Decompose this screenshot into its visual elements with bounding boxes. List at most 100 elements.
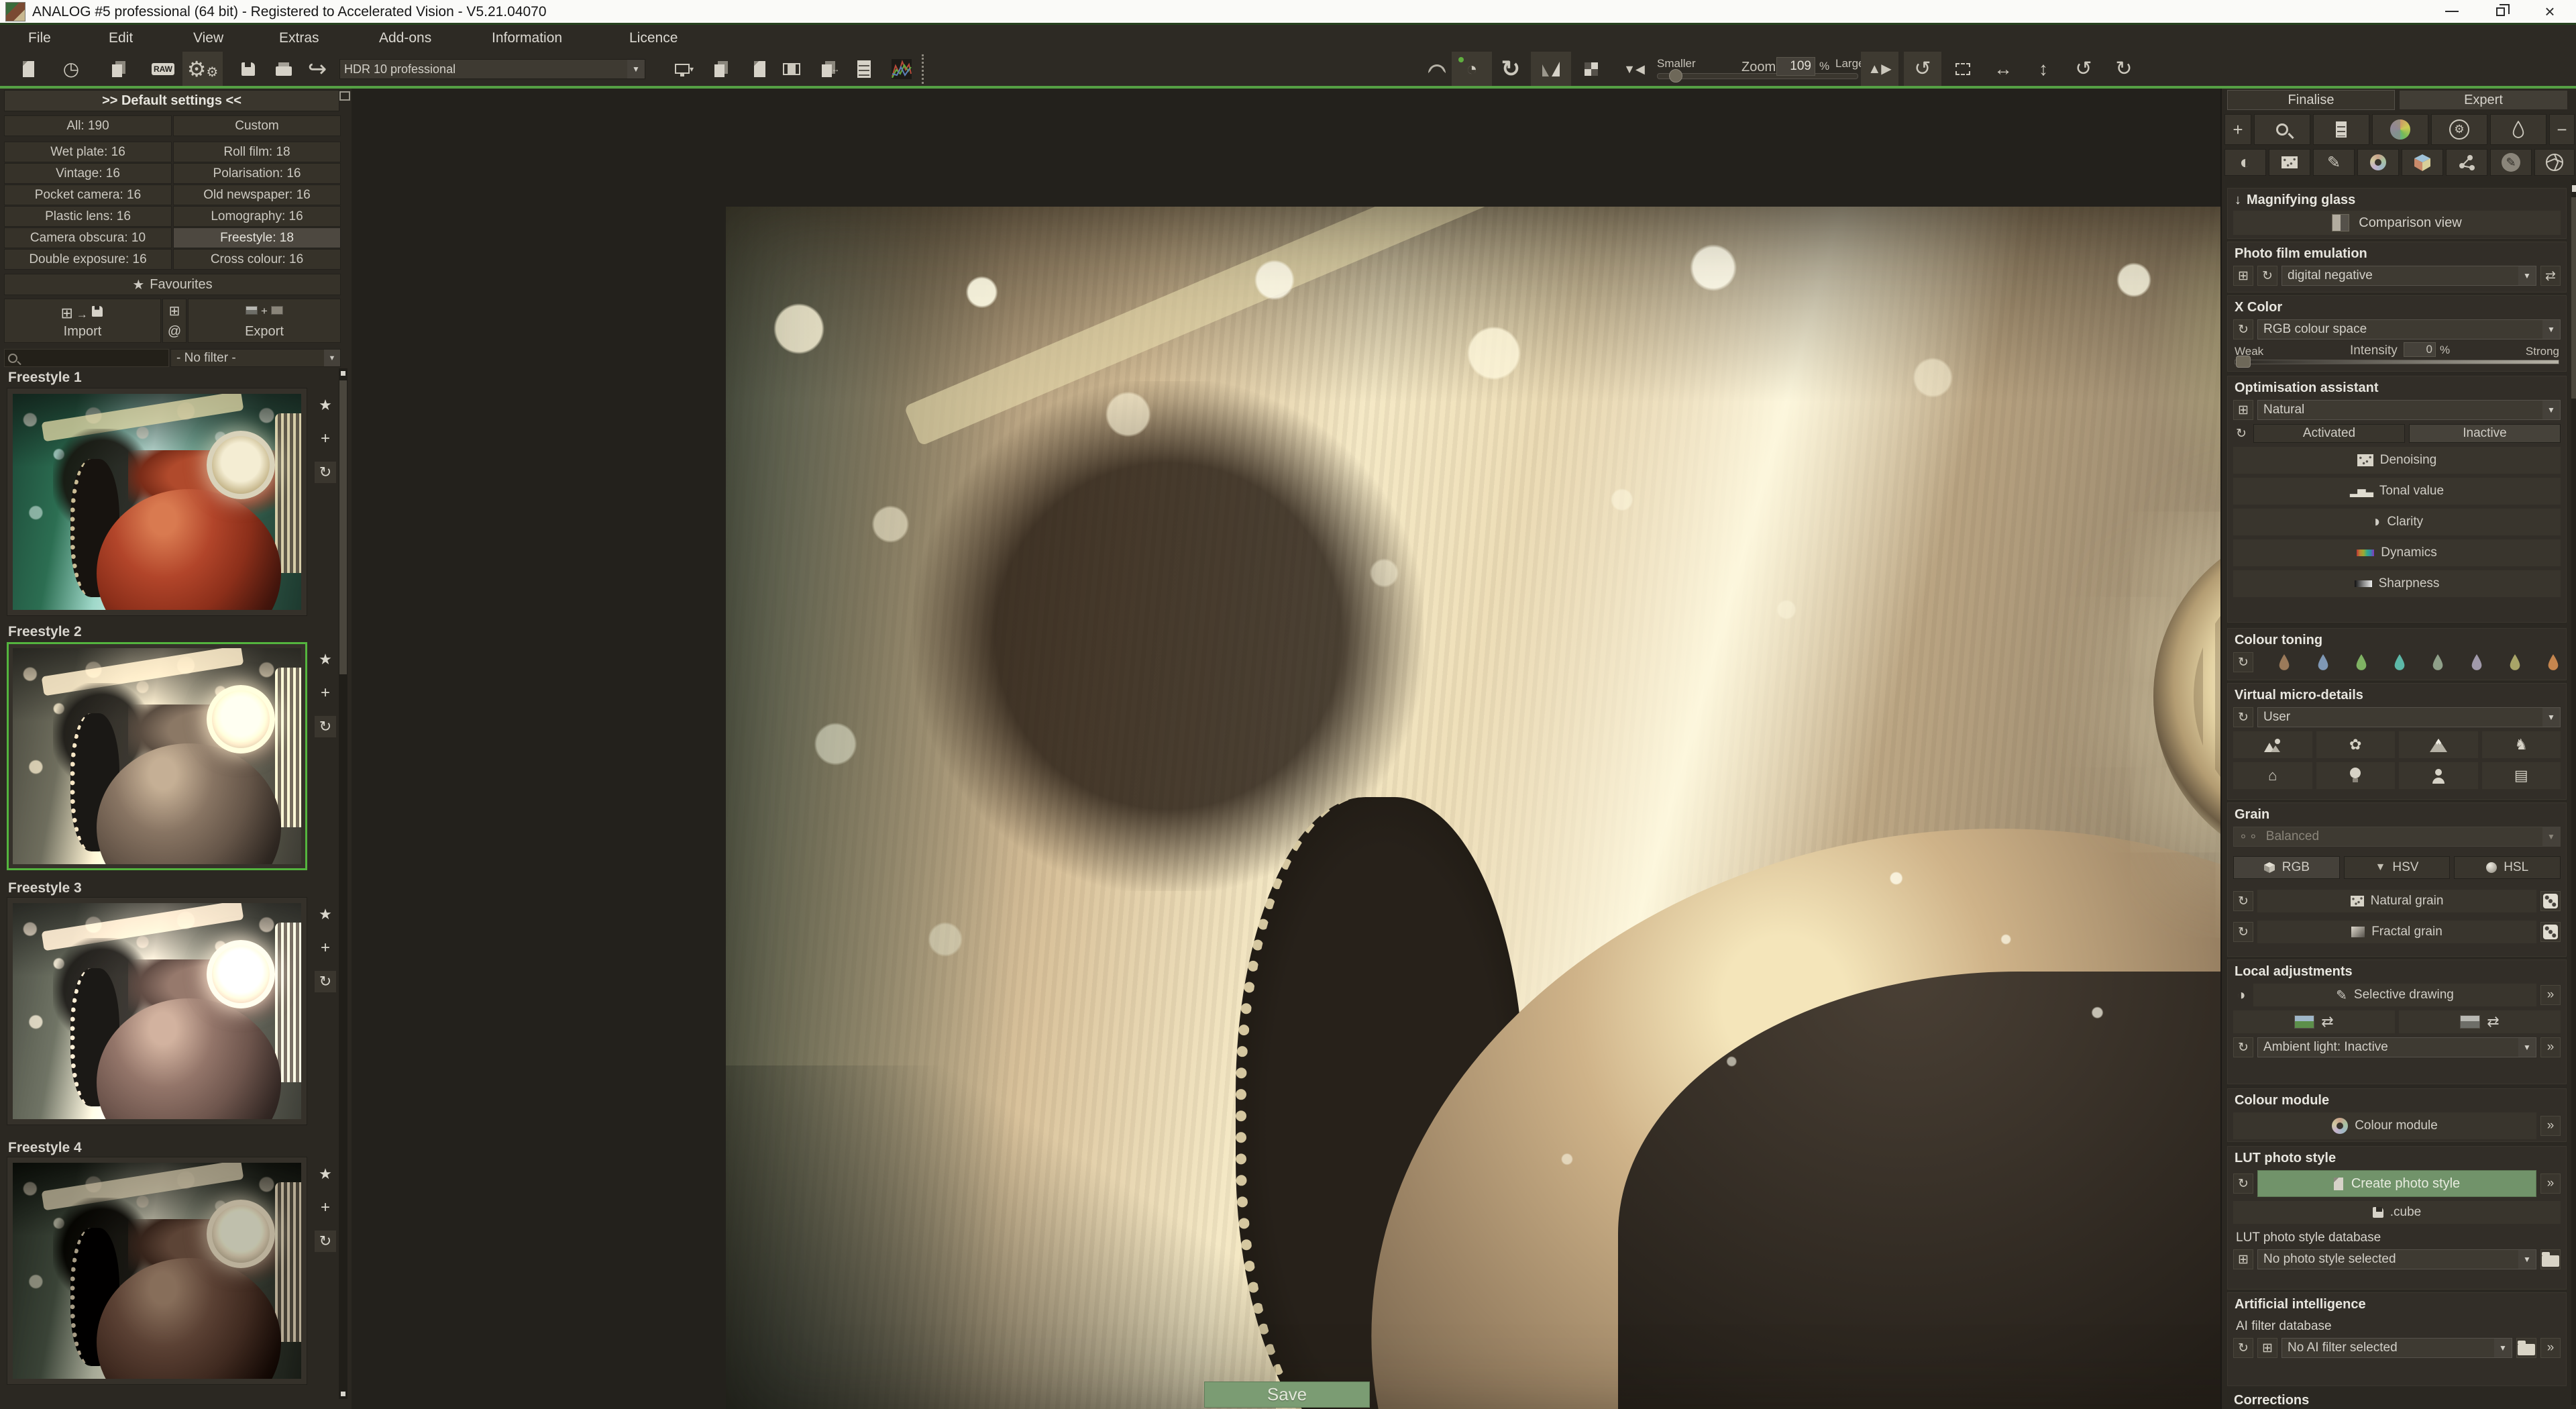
ai-db-dropdown[interactable]: No AI filter selected▼ (2282, 1338, 2512, 1358)
rotate-left-button[interactable]: ↺ (2068, 52, 2100, 86)
toning-droplet-lavender[interactable] (2469, 654, 2484, 671)
transparency-button[interactable] (1576, 52, 1606, 86)
film-swap-icon[interactable]: ⇄ (2540, 266, 2561, 286)
colour-module-button[interactable]: Colour module (2233, 1112, 2536, 1139)
close-button[interactable]: × (2526, 0, 2573, 23)
category-camera-obscura[interactable]: Camera obscura: 10 (4, 227, 172, 248)
lut-db-dropdown[interactable]: No photo style selected▼ (2257, 1249, 2536, 1269)
preset-scrollbar[interactable] (339, 368, 347, 1399)
droplet-tool-button[interactable] (2490, 114, 2546, 145)
save-button[interactable]: Save (1204, 1381, 1370, 1408)
micro-document-button[interactable]: ▤ (2482, 762, 2561, 789)
clarity-button[interactable]: ◑Clarity (2233, 509, 2561, 535)
create-photo-style-button[interactable]: Create photo style (2257, 1170, 2536, 1197)
export-button[interactable]: + Export (188, 299, 341, 343)
intensity-slider[interactable]: Weak Intensity 0 % Strong (2235, 344, 2559, 368)
refresh-icon[interactable]: ↻ (2233, 1338, 2253, 1358)
minimize-button[interactable] (2428, 0, 2475, 23)
folder-icon[interactable] (2540, 1249, 2561, 1269)
grain-tool-button[interactable] (2269, 149, 2310, 176)
refresh-icon[interactable]: ↻ (2233, 707, 2253, 727)
menu-licence[interactable]: Licence (629, 30, 678, 46)
favourite-star-icon[interactable]: ★ (315, 649, 336, 670)
save-image-button[interactable] (233, 52, 263, 86)
add-icon[interactable]: + (315, 682, 336, 704)
preset-dropdown[interactable]: HDR 10 professional ▼ (339, 59, 645, 79)
intensity-slider-track[interactable] (2235, 360, 2559, 364)
resize-height-button[interactable]: ↕ (2027, 52, 2059, 86)
refresh-icon[interactable]: ↻ (2233, 922, 2253, 942)
copy-settings-button[interactable] (102, 52, 131, 86)
stamp-tool-button[interactable]: ✎ (2490, 149, 2532, 176)
magnifier-tool-button[interactable] (2254, 114, 2310, 145)
refresh-icon[interactable]: ↻ (2233, 426, 2249, 441)
toning-droplet-teal[interactable] (2392, 654, 2407, 671)
add-section-button[interactable]: + (2224, 114, 2251, 145)
preset-thumbnail-freestyle-1[interactable] (7, 388, 307, 616)
add-icon[interactable]: + (315, 1197, 336, 1218)
menu-file[interactable]: File (28, 30, 51, 46)
fit-view-button[interactable]: ▼◀ (1619, 52, 1649, 86)
micro-rocks-button[interactable] (2233, 731, 2312, 758)
auto-preview-button[interactable]: ◔ (1452, 52, 1492, 86)
favourite-star-icon[interactable]: ★ (315, 395, 336, 416)
flip-horizontal-button[interactable] (1531, 52, 1571, 86)
share-button[interactable]: ↪ (302, 52, 333, 86)
category-cross-colour[interactable]: Cross colour: 16 (173, 249, 341, 270)
import-button[interactable]: ⊞ → Import (4, 299, 161, 343)
menu-view[interactable]: View (193, 30, 223, 46)
nodes-tool-button[interactable] (2446, 149, 2487, 176)
history-button[interactable]: ◷ (58, 52, 85, 86)
toning-droplet-blue[interactable] (2316, 654, 2330, 671)
colour-wheel-tool-button[interactable] (2372, 114, 2428, 145)
email-presets-button[interactable]: ⊞ @ (162, 299, 186, 343)
denoising-button[interactable]: Denoising (2233, 447, 2561, 474)
tonal-value-button[interactable]: ▂▅▃Tonal value (2233, 478, 2561, 505)
refresh-icon[interactable]: ↻ (2233, 319, 2253, 340)
favourites-button[interactable]: ★ Favourites (4, 274, 341, 295)
micro-lightbulb-button[interactable] (2316, 762, 2396, 789)
remove-section-button[interactable]: − (2549, 114, 2575, 145)
scratch-tool-button[interactable]: ✎ (2313, 149, 2355, 176)
composite-colour-button[interactable]: ⇄ (2233, 1010, 2395, 1033)
colour-space-dropdown[interactable]: RGB colour space▼ (2257, 319, 2561, 340)
refresh-icon[interactable]: ↻ (315, 971, 336, 992)
default-settings-header[interactable]: >> Default settings << (4, 90, 339, 111)
category-wet-plate[interactable]: Wet plate: 16 (4, 142, 172, 162)
export-icon[interactable]: » (2540, 1338, 2561, 1358)
rotate-right-button[interactable]: ↻ (2108, 52, 2140, 86)
dynamics-button[interactable]: Dynamics (2233, 539, 2561, 566)
micro-flower-button[interactable]: ✿ (2316, 731, 2396, 758)
colour-ring-tool-button[interactable] (2357, 149, 2399, 176)
activated-button[interactable]: Activated (2253, 424, 2405, 443)
print-button[interactable] (268, 52, 299, 86)
refresh-icon[interactable]: ↻ (315, 462, 336, 483)
refresh-icon[interactable]: ↻ (315, 1231, 336, 1252)
film-emulation-dropdown[interactable]: digital negative▼ (2282, 266, 2536, 286)
micro-portrait-button[interactable] (2399, 762, 2478, 789)
selective-drawing-button[interactable]: ✎Selective drawing (2253, 984, 2536, 1006)
favourite-star-icon[interactable]: ★ (315, 1163, 336, 1185)
category-plastic-lens[interactable]: Plastic lens: 16 (4, 206, 172, 227)
refresh-icon[interactable]: ↻ (2233, 652, 2253, 672)
popout-icon[interactable] (339, 91, 350, 101)
toning-droplet-sepia[interactable] (2277, 654, 2292, 671)
category-custom[interactable]: Custom (173, 115, 341, 136)
redo-button[interactable]: ↻ (1496, 52, 1525, 86)
add-icon[interactable]: + (315, 937, 336, 959)
folder-icon[interactable] (2516, 1338, 2536, 1358)
scroll-arrow[interactable] (2572, 185, 2576, 192)
restore-button[interactable] (2477, 0, 2524, 23)
histogram-button[interactable] (885, 52, 918, 86)
grain-type-dropdown[interactable]: ∘∘Balanced▼ (2233, 827, 2561, 847)
scroll-down-icon[interactable] (341, 1392, 345, 1396)
preset-browser-icon[interactable]: ⊞ (2257, 1338, 2277, 1358)
menu-edit[interactable]: Edit (109, 30, 133, 46)
refresh-icon[interactable]: ↻ (2257, 266, 2277, 286)
selection-button[interactable] (1947, 52, 1979, 86)
optimisation-tool-button[interactable]: ⚙ (2431, 114, 2487, 145)
category-old-newspaper[interactable]: Old newspaper: 16 (173, 185, 341, 205)
refresh-icon[interactable]: ↻ (2233, 1037, 2253, 1057)
category-all[interactable]: All: 190 (4, 115, 172, 136)
new-file-button[interactable] (15, 52, 42, 86)
